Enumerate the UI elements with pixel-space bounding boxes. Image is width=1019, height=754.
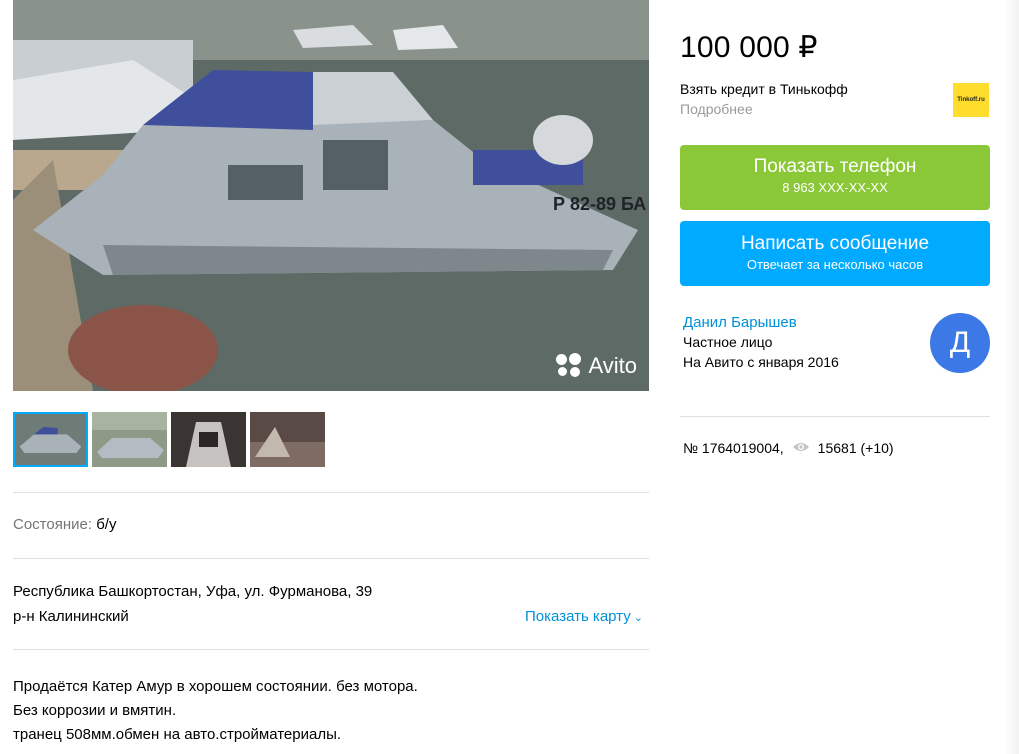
show-phone-label: Показать телефон bbox=[753, 156, 917, 177]
write-message-button[interactable]: Написать сообщение Отвечает за несколько… bbox=[680, 221, 990, 286]
avito-logo-icon bbox=[556, 353, 582, 379]
listing-meta: № 1764019004, 15681 (+10) bbox=[683, 440, 894, 456]
thumbnail-strip bbox=[13, 412, 325, 467]
address-line: Республика Башкортостан, Уфа, ул. Фурман… bbox=[13, 583, 373, 600]
seller-name-link[interactable]: Данил Барышев bbox=[683, 314, 797, 331]
divider bbox=[13, 492, 649, 493]
avatar[interactable]: Д bbox=[930, 313, 990, 373]
svg-text:Р 82-89 БА: Р 82-89 БА bbox=[553, 194, 646, 214]
condition-row: Состояние: б/у bbox=[13, 516, 116, 533]
seller-type: Частное лицо bbox=[683, 334, 773, 350]
description: Продаётся Катер Амур в хорошем состоянии… bbox=[13, 675, 418, 747]
condition-value: б/у bbox=[96, 516, 117, 533]
condition-label: Состояние: bbox=[13, 516, 93, 533]
watermark-text: Avito bbox=[588, 353, 637, 378]
show-map-label: Показать карту bbox=[525, 608, 631, 625]
show-phone-button[interactable]: Показать телефон 8 963 XXX-XX-XX bbox=[680, 145, 990, 210]
thumbnail-3[interactable] bbox=[171, 412, 246, 467]
listing-id: № 1764019004, bbox=[683, 440, 784, 456]
show-map-link[interactable]: Показать карту ⌄ bbox=[525, 608, 643, 625]
write-message-label: Написать сообщение bbox=[740, 233, 930, 254]
tinkoff-logo[interactable]: Tinkoff.ru bbox=[953, 83, 989, 117]
thumbnail-1[interactable] bbox=[13, 412, 88, 467]
price: 100 000 ₽ bbox=[680, 31, 818, 64]
phone-number-masked: 8 963 XXX-XX-XX bbox=[782, 180, 888, 195]
avito-watermark: Avito bbox=[556, 353, 637, 379]
credit-offer-text: Взять кредит в Тинькофф bbox=[680, 81, 848, 97]
divider bbox=[680, 416, 990, 417]
boat-main-image: Р 82-89 БА bbox=[13, 0, 649, 391]
chevron-down-icon: ⌄ bbox=[633, 612, 643, 624]
right-edge-shadow bbox=[1005, 0, 1019, 754]
main-photo[interactable]: Р 82-89 БА Avito bbox=[13, 0, 649, 391]
seller-since: На Авито с января 2016 bbox=[683, 354, 839, 370]
eye-icon bbox=[792, 440, 810, 456]
description-line: Продаётся Катер Амур в хорошем состоянии… bbox=[13, 678, 418, 695]
view-count: 15681 (+10) bbox=[817, 440, 894, 456]
response-time-note: Отвечает за несколько часов bbox=[746, 257, 924, 272]
description-line: транец 508мм.обмен на авто.стройматериал… bbox=[13, 726, 342, 743]
divider bbox=[13, 649, 649, 650]
district-line: р-н Калининский bbox=[13, 608, 129, 625]
credit-more-link[interactable]: Подробнее bbox=[680, 101, 753, 117]
divider bbox=[13, 558, 649, 559]
description-line: Без коррозии и вмятин. bbox=[13, 702, 177, 719]
thumbnail-2[interactable] bbox=[92, 412, 167, 467]
thumbnail-4[interactable] bbox=[250, 412, 325, 467]
